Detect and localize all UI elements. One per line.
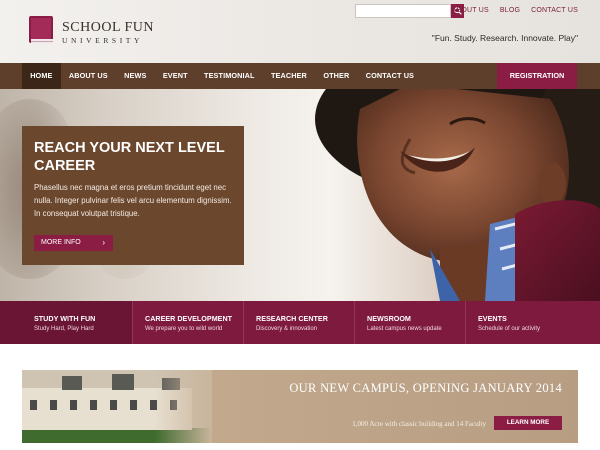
feature-title: CAREER DEVELOPMENT (145, 314, 233, 323)
feature-subtitle: Latest campus news update (367, 326, 442, 332)
feature-title: RESEARCH CENTER (256, 314, 328, 323)
feature-bar: STUDY WITH FUN Study Hard, Play Hard CAR… (0, 301, 600, 344)
nav-item-teacher[interactable]: TEACHER (263, 63, 315, 89)
nav-item-testimonial[interactable]: TESTIMONIAL (196, 63, 263, 89)
top-link-contact[interactable]: CONTACT US (531, 7, 578, 14)
feature-title: NEWSROOM (367, 314, 411, 323)
registration-button[interactable]: REGISTRATION (497, 63, 577, 89)
hero-title: REACH YOUR NEXT LEVEL CAREER (34, 140, 225, 174)
nav-item-event[interactable]: EVENT (155, 63, 196, 89)
hero-banner: REACH YOUR NEXT LEVEL CAREER Phasellus n… (0, 89, 600, 301)
feature-title: STUDY WITH FUN (34, 314, 96, 323)
more-info-button[interactable]: MORE INFO › (34, 235, 113, 251)
feature-subtitle: Study Hard, Play Hard (34, 326, 94, 332)
campus-subtitle: 1,000 Acre with classic building and 14 … (352, 420, 486, 428)
hero-student-photo (315, 89, 600, 301)
book-logo-icon[interactable] (29, 16, 55, 45)
site-header: SCHOOL FUN UNIVERSITY ABOUT US BLOG CONT… (0, 0, 600, 63)
search-input[interactable] (355, 4, 451, 18)
feature-study-with-fun[interactable]: STUDY WITH FUN Study Hard, Play Hard (0, 301, 133, 344)
nav-items: HOME ABOUT US NEWS EVENT TESTIMONIAL TEA… (22, 63, 422, 89)
hero-card: REACH YOUR NEXT LEVEL CAREER Phasellus n… (22, 126, 244, 265)
feature-research-center[interactable]: RESEARCH CENTER Discovery & innovation (244, 301, 355, 344)
top-links: ABOUT US BLOG CONTACT US (452, 7, 578, 14)
feature-events[interactable]: EVENTS Schedule of our activity (466, 301, 600, 344)
chevron-right-icon: › (102, 238, 105, 247)
feature-career-development[interactable]: CAREER DEVELOPMENT We prepare you to wil… (133, 301, 244, 344)
campus-banner: OUR NEW CAMPUS, OPENING JANUARY 2014 1,0… (22, 370, 578, 443)
brand-name[interactable]: SCHOOL FUN (62, 20, 154, 36)
hero-text: Phasellus nec magna et eros pretium tinc… (34, 183, 232, 218)
nav-item-home[interactable]: HOME (22, 63, 61, 89)
feature-subtitle: We prepare you to wild world (145, 326, 223, 332)
top-link-blog[interactable]: BLOG (500, 7, 520, 14)
more-info-label: MORE INFO (41, 239, 81, 246)
nav-item-about[interactable]: ABOUT US (61, 63, 116, 89)
nav-item-news[interactable]: NEWS (116, 63, 155, 89)
campus-building-photo (22, 370, 212, 443)
tagline: "Fun. Study. Research. Innovate. Play" (431, 33, 578, 43)
feature-title: EVENTS (478, 314, 507, 323)
feature-newsroom[interactable]: NEWSROOM Latest campus news update (355, 301, 466, 344)
brand-subtitle: UNIVERSITY (62, 36, 143, 45)
learn-more-button[interactable]: LEARN MORE (494, 416, 562, 430)
nav-item-other[interactable]: OTHER (315, 63, 357, 89)
feature-subtitle: Discovery & innovation (256, 326, 318, 332)
top-link-about[interactable]: ABOUT US (452, 7, 489, 14)
nav-item-contact[interactable]: CONTACT US (358, 63, 423, 89)
feature-subtitle: Schedule of our activity (478, 326, 541, 332)
campus-title: OUR NEW CAMPUS, OPENING JANUARY 2014 (289, 381, 562, 395)
